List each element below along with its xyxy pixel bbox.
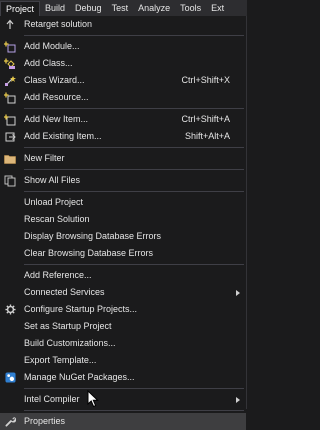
add-new-item-icon [0, 111, 20, 128]
menu-item-label: Display Browsing Database Errors [24, 231, 162, 241]
menu-item-label: Add Module... [24, 41, 80, 51]
menu-item-configure-startup-projects[interactable]: Configure Startup Projects... [0, 301, 246, 318]
menu-item-add-module[interactable]: Add Module... [0, 38, 246, 55]
nuget-icon [0, 369, 20, 386]
menu-item-export-template[interactable]: Export Template... [0, 352, 246, 369]
gear-icon [0, 301, 20, 318]
menu-item-label: Add Existing Item... [24, 131, 102, 141]
menu-item-label: Set as Startup Project [24, 321, 112, 331]
menu-item-add-existing-item[interactable]: Add Existing Item... Shift+Alt+A [0, 128, 246, 145]
menu-item-connected-services[interactable]: Connected Services [0, 284, 246, 301]
menu-item-label: Build Customizations... [24, 338, 116, 348]
menu-item-add-resource[interactable]: Add Resource... [0, 89, 246, 106]
menu-item-properties[interactable]: Properties [0, 413, 246, 430]
add-resource-icon [0, 89, 20, 106]
add-module-icon [0, 38, 20, 55]
menu-test[interactable]: Test [107, 0, 134, 16]
menu-item-label: Class Wizard... [24, 75, 85, 85]
menu-item-label: Unload Project [24, 197, 84, 207]
menu-item-label: Add Resource... [24, 92, 89, 102]
menu-item-label: New Filter [24, 153, 65, 163]
menu-item-add-reference[interactable]: Add Reference... [0, 267, 246, 284]
menu-item-new-filter[interactable]: New Filter [0, 150, 246, 167]
menu-tools[interactable]: Tools [175, 0, 206, 16]
submenu-arrow-icon [236, 396, 240, 403]
menu-item-rescan-solution[interactable]: Rescan Solution [0, 211, 246, 228]
menu-item-label: Configure Startup Projects... [24, 304, 138, 314]
menu-analyze[interactable]: Analyze [133, 0, 175, 16]
menu-item-show-all-files[interactable]: Show All Files [0, 172, 246, 189]
menu-item-label: Add Reference... [24, 270, 92, 280]
menu-item-shortcut: Shift+Alt+A [184, 131, 230, 141]
menu-item-unload-project[interactable]: Unload Project [0, 194, 246, 211]
menu-item-clear-browsing-db-errors[interactable]: Clear Browsing Database Errors [0, 245, 246, 262]
menu-item-label: Export Template... [24, 355, 97, 365]
menu-item-label: Connected Services [24, 287, 105, 297]
menu-item-retarget-solution[interactable]: Retarget solution [0, 16, 246, 33]
add-existing-item-icon [0, 128, 20, 145]
menu-item-label: Add New Item... [24, 114, 89, 124]
menu-item-label: Properties [24, 416, 66, 426]
menu-item-label: Rescan Solution [24, 214, 90, 224]
menu-item-manage-nuget-packages[interactable]: Manage NuGet Packages... [0, 369, 246, 386]
menu-item-shortcut: Ctrl+Shift+X [181, 75, 230, 85]
add-class-icon [0, 55, 20, 72]
mouse-pointer-icon [87, 390, 99, 408]
show-all-files-icon [0, 172, 20, 189]
menu-item-label: Add Class... [24, 58, 73, 68]
retarget-arrow-icon [0, 16, 20, 33]
menu-bar: Project Build Debug Test Analyze Tools E… [0, 0, 247, 17]
menu-item-build-customizations[interactable]: Build Customizations... [0, 335, 246, 352]
menu-item-class-wizard[interactable]: Class Wizard... Ctrl+Shift+X [0, 72, 246, 89]
menu-item-shortcut: Ctrl+Shift+A [181, 114, 230, 124]
menu-build[interactable]: Build [40, 0, 70, 16]
menu-item-label: Clear Browsing Database Errors [24, 248, 154, 258]
menu-item-display-browsing-db-errors[interactable]: Display Browsing Database Errors [0, 228, 246, 245]
folder-icon [0, 150, 20, 167]
menu-project[interactable]: Project [0, 0, 41, 17]
menu-debug[interactable]: Debug [70, 0, 107, 16]
menu-item-add-class[interactable]: Add Class... [0, 55, 246, 72]
menu-item-label: Intel Compiler [24, 394, 80, 404]
menu-item-set-as-startup-project[interactable]: Set as Startup Project [0, 318, 246, 335]
menu-item-label: Manage NuGet Packages... [24, 372, 135, 382]
menu-extensions[interactable]: Ext [206, 0, 229, 16]
menu-item-label: Retarget solution [24, 19, 93, 29]
submenu-arrow-icon [236, 289, 240, 296]
menu-item-intel-compiler[interactable]: Intel Compiler [0, 391, 246, 408]
menu-item-label: Show All Files [24, 175, 81, 185]
menu-item-add-new-item[interactable]: Add New Item... Ctrl+Shift+A [0, 111, 246, 128]
wrench-icon [0, 413, 20, 430]
project-dropdown-menu: Retarget solution Add Module... Add Clas… [0, 16, 247, 430]
class-wizard-icon [0, 72, 20, 89]
